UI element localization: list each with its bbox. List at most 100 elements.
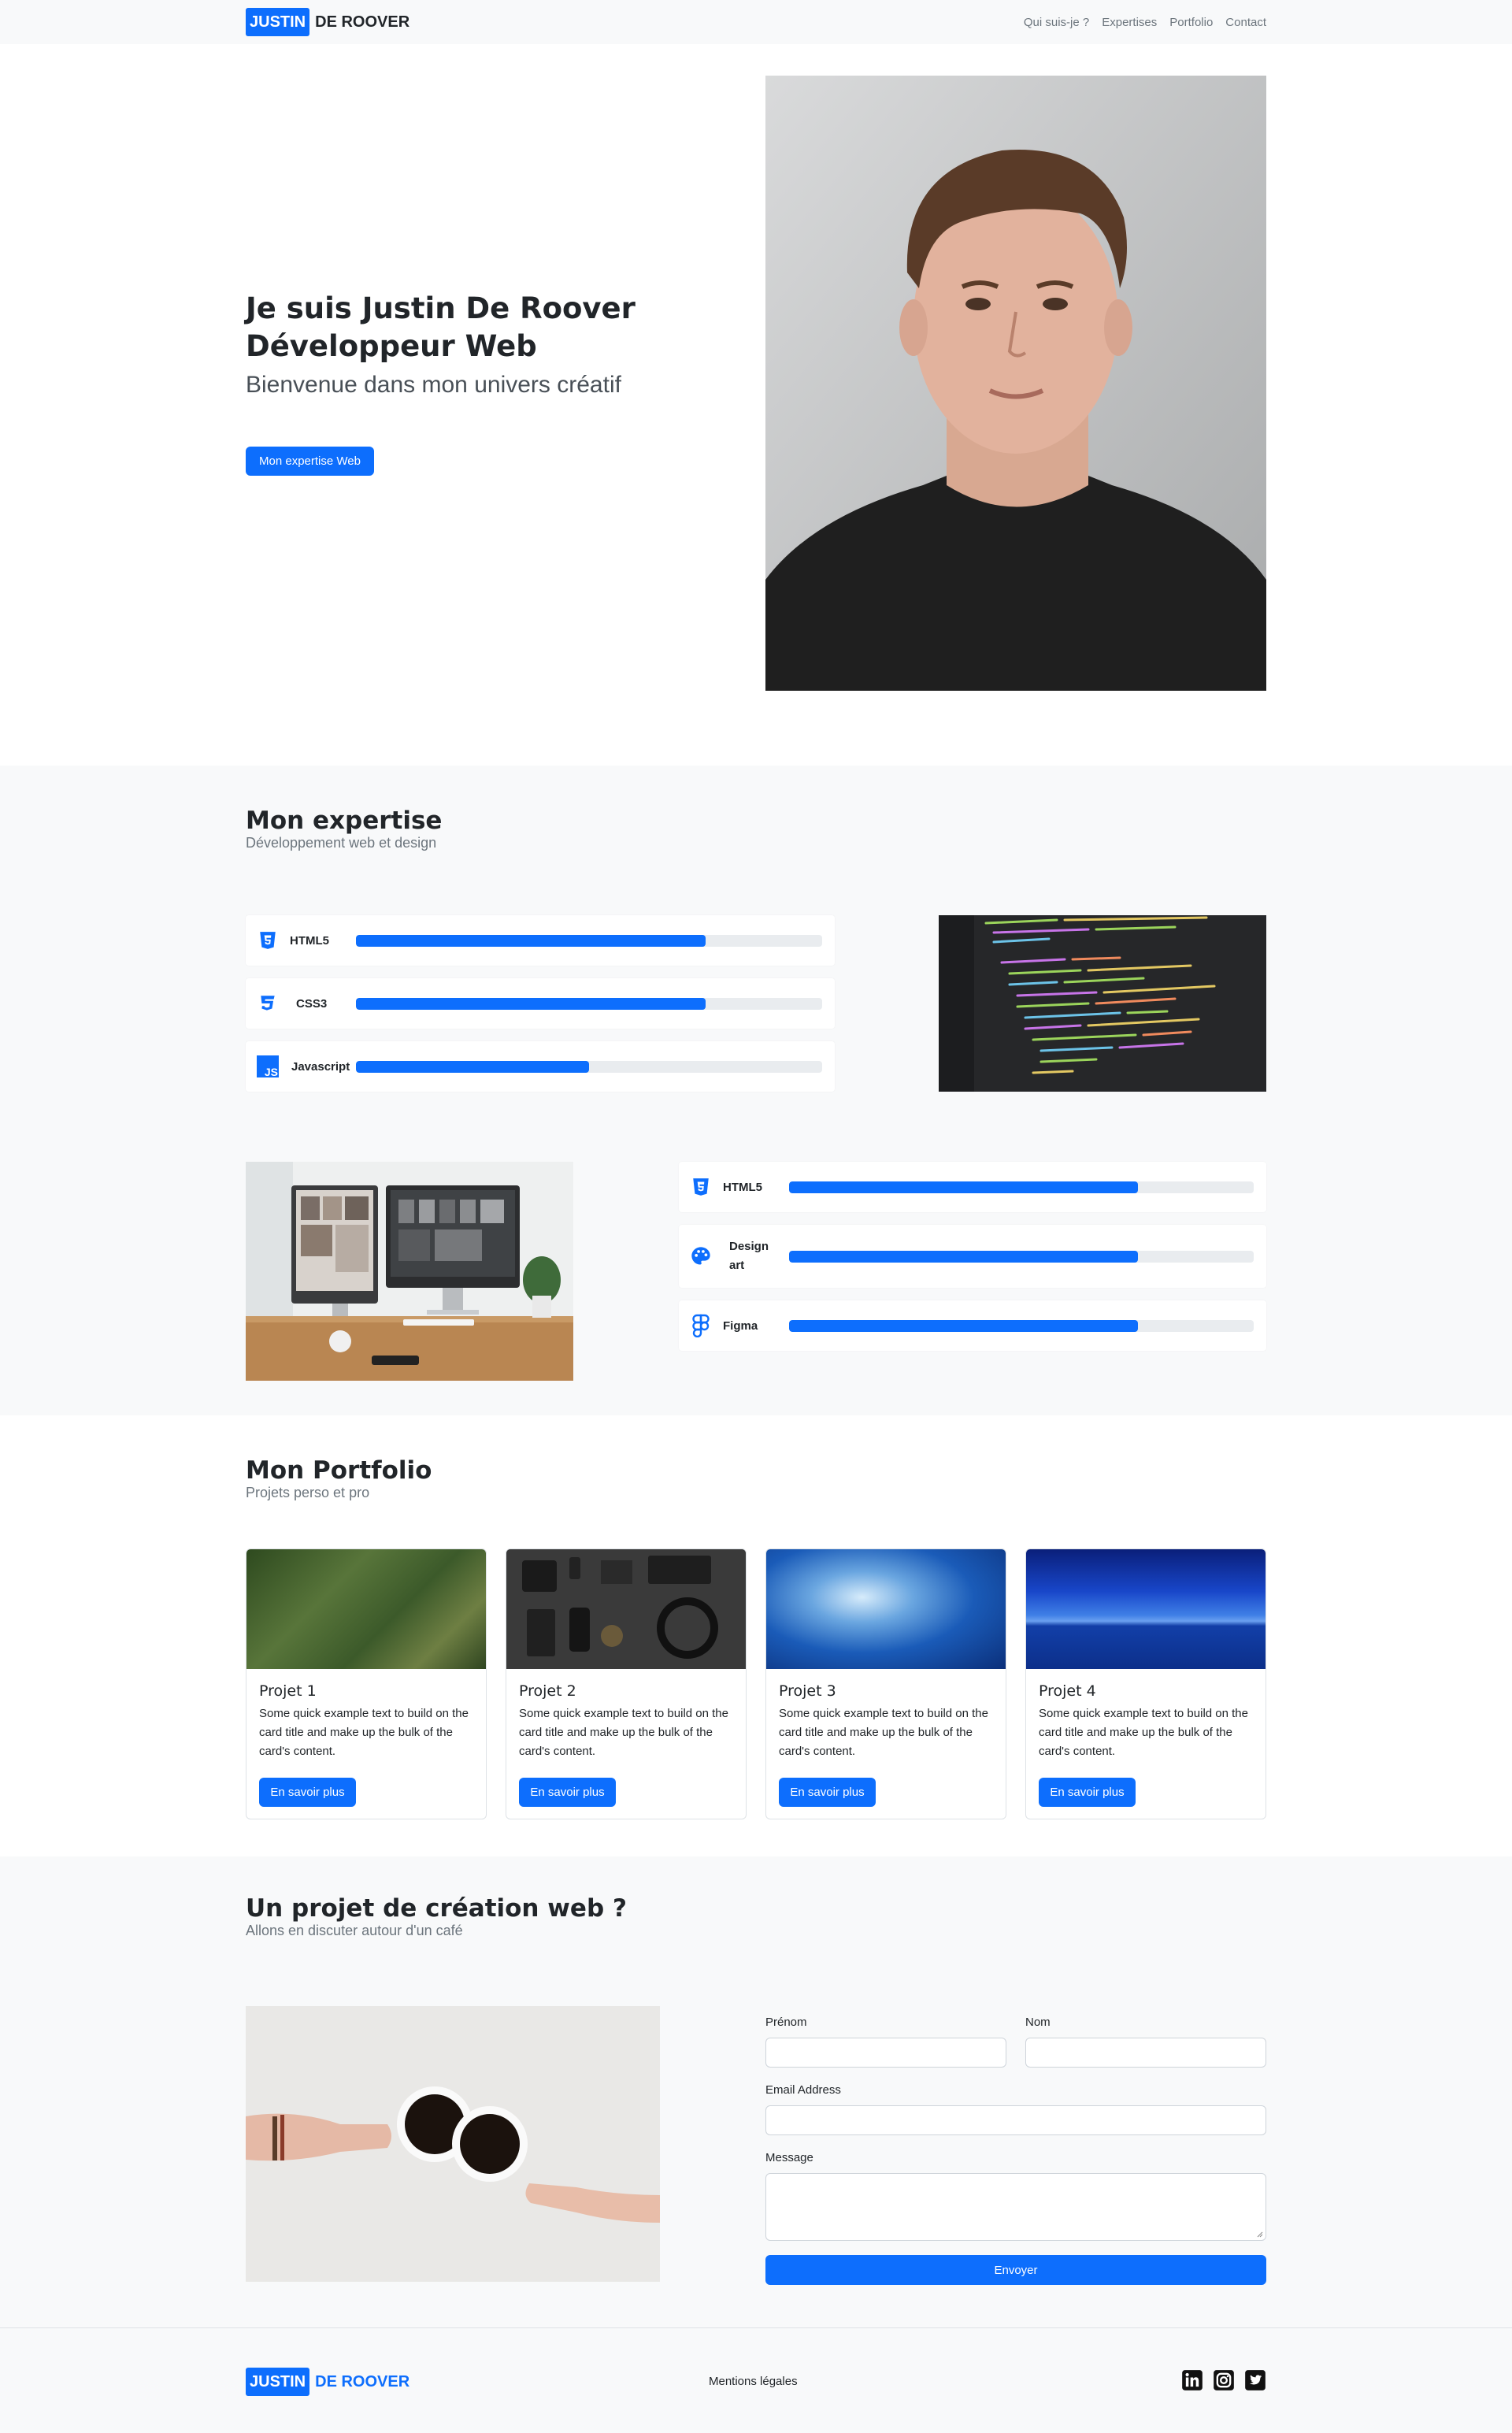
skill-row: Design art [679, 1225, 1266, 1288]
submit-button[interactable]: Envoyer [765, 2255, 1266, 2285]
expertise-subtitle: Développement web et design [246, 835, 437, 851]
contact-title: Un projet de création web ? [246, 1894, 627, 1923]
email-label: Email Address [765, 2083, 841, 2097]
resize-handle-icon[interactable] [1255, 2230, 1263, 2238]
instagram-icon[interactable] [1213, 2369, 1235, 2395]
firstname-input[interactable] [765, 2038, 1006, 2068]
portrait-illustration [765, 76, 1266, 691]
lastname-input[interactable] [1025, 2038, 1266, 2068]
desk-illustration [246, 1162, 573, 1381]
skill-progress-bar [356, 997, 822, 1010]
code-illustration [939, 915, 1266, 1092]
hero-title-line1: Je suis Justin De Roover [246, 291, 636, 325]
skill-progress-bar [789, 1250, 1254, 1263]
skill-label: HTML5 [290, 933, 329, 948]
logo-text: DE ROOVER [315, 13, 410, 31]
skill-progress-fill [789, 1250, 1138, 1263]
logo-box: JUSTIN [246, 8, 310, 36]
card-title: Projet 2 [519, 1682, 576, 1700]
project-card: Projet 2 Some quick example text to buil… [506, 1548, 747, 1819]
footer-logo-box: JUSTIN [246, 2368, 310, 2396]
skill-row: Figma [679, 1300, 1266, 1351]
code-editor-photo [939, 915, 1266, 1092]
nav-link-about[interactable]: Qui suis-je ? [1024, 16, 1089, 29]
skill-label-line2: art [729, 1259, 745, 1272]
card-text: Some quick example text to build on the … [259, 1707, 469, 1758]
nav-link-portfolio[interactable]: Portfolio [1169, 16, 1213, 29]
navbar: JUSTIN DE ROOVER Qui suis-je ? Expertise… [0, 0, 1512, 44]
card-title: Projet 3 [779, 1682, 836, 1700]
skill-progress-fill [789, 1181, 1138, 1193]
skill-row: JS Javascript [246, 1041, 835, 1092]
expertise-section: Mon expertise Développement web et desig… [0, 766, 1512, 1415]
card-text: Some quick example text to build on the … [519, 1707, 728, 1758]
contact-form: Prénom Nom Email Address Message Envoyer [765, 2006, 1266, 2290]
nav-links: Qui suis-je ? Expertises Portfolio Conta… [1024, 8, 1266, 36]
hero-title-line2: Développeur Web [246, 329, 537, 363]
palette-icon [690, 1245, 712, 1267]
skill-progress-fill [356, 1060, 589, 1073]
hero-cta-button[interactable]: Mon expertise Web [246, 447, 374, 476]
portfolio-title: Mon Portfolio [246, 1456, 432, 1485]
twitter-icon[interactable] [1244, 2369, 1266, 2395]
skill-label: CSS3 [296, 996, 328, 1011]
social-links [1181, 2369, 1266, 2395]
hero-portrait-photo [765, 76, 1266, 691]
project-card: Projet 4 Some quick example text to buil… [1025, 1548, 1266, 1819]
firstname-label: Prénom [765, 2016, 807, 2029]
learn-more-button[interactable]: En savoir plus [259, 1778, 356, 1807]
linkedin-icon[interactable] [1181, 2369, 1203, 2395]
learn-more-button[interactable]: En savoir plus [1039, 1778, 1136, 1807]
skill-label: Design art [729, 1237, 769, 1275]
legal-notice-link[interactable]: Mentions légales [709, 2375, 798, 2388]
hero-section: Je suis Justin De Roover Développeur Web… [0, 44, 1512, 766]
brand-logo[interactable]: JUSTIN DE ROOVER [246, 8, 410, 36]
nav-link-expertise[interactable]: Expertises [1102, 16, 1157, 29]
footer-logo-text: DE ROOVER [315, 2372, 410, 2390]
skill-progress-bar [789, 1181, 1254, 1193]
project-image-terrain [246, 1549, 486, 1669]
skill-row: HTML5 [246, 915, 835, 966]
skill-label: HTML5 [723, 1180, 762, 1194]
expertise-title: Mon expertise [246, 807, 443, 835]
coffee-illustration [246, 2006, 660, 2282]
skill-progress-bar [789, 1319, 1254, 1332]
coffee-photo [246, 2006, 660, 2282]
message-label: Message [765, 2151, 813, 2164]
hero-subtitle: Bienvenue dans mon univers créatif [246, 372, 621, 398]
html5-icon [257, 929, 279, 951]
project-image-gadgets [506, 1549, 746, 1669]
skill-label: Figma [723, 1318, 758, 1333]
contact-section: Un projet de création web ? Allons en di… [0, 1856, 1512, 2327]
email-input[interactable] [765, 2105, 1266, 2135]
skill-row: HTML5 [679, 1162, 1266, 1212]
project-image-sea-horizon [1026, 1549, 1266, 1669]
project-card: Projet 3 Some quick example text to buil… [765, 1548, 1006, 1819]
lastname-label: Nom [1025, 2016, 1051, 2029]
contact-subtitle: Allons en discuter autour d'un café [246, 1923, 463, 1938]
gadgets-illustration [506, 1549, 746, 1669]
skill-progress-bar [356, 934, 822, 947]
javascript-icon-text: JS [265, 1066, 278, 1077]
footer-logo[interactable]: JUSTIN DE ROOVER [246, 2368, 410, 2396]
project-card: Projet 1 Some quick example text to buil… [246, 1548, 487, 1819]
nav-link-contact[interactable]: Contact [1225, 16, 1266, 29]
portfolio-subtitle: Projets perso et pro [246, 1485, 370, 1500]
learn-more-button[interactable]: En savoir plus [779, 1778, 876, 1807]
message-textarea[interactable] [765, 2173, 1266, 2241]
skill-row: CSS3 [246, 978, 835, 1029]
card-text: Some quick example text to build on the … [779, 1707, 988, 1758]
css3-icon [257, 992, 279, 1014]
skill-progress-fill [356, 934, 706, 947]
skill-progress-fill [789, 1319, 1138, 1332]
javascript-icon: JS [257, 1055, 279, 1077]
figma-icon [690, 1314, 712, 1337]
html5-icon [690, 1176, 712, 1198]
skill-progress-fill [356, 997, 706, 1010]
portfolio-section: Mon Portfolio Projets perso et pro Proje… [0, 1415, 1512, 1856]
learn-more-button[interactable]: En savoir plus [519, 1778, 616, 1807]
portfolio-cards: Projet 1 Some quick example text to buil… [246, 1548, 1266, 1819]
card-title: Projet 1 [259, 1682, 317, 1700]
skill-label: Javascript [291, 1059, 350, 1074]
desk-setup-photo [246, 1162, 573, 1381]
